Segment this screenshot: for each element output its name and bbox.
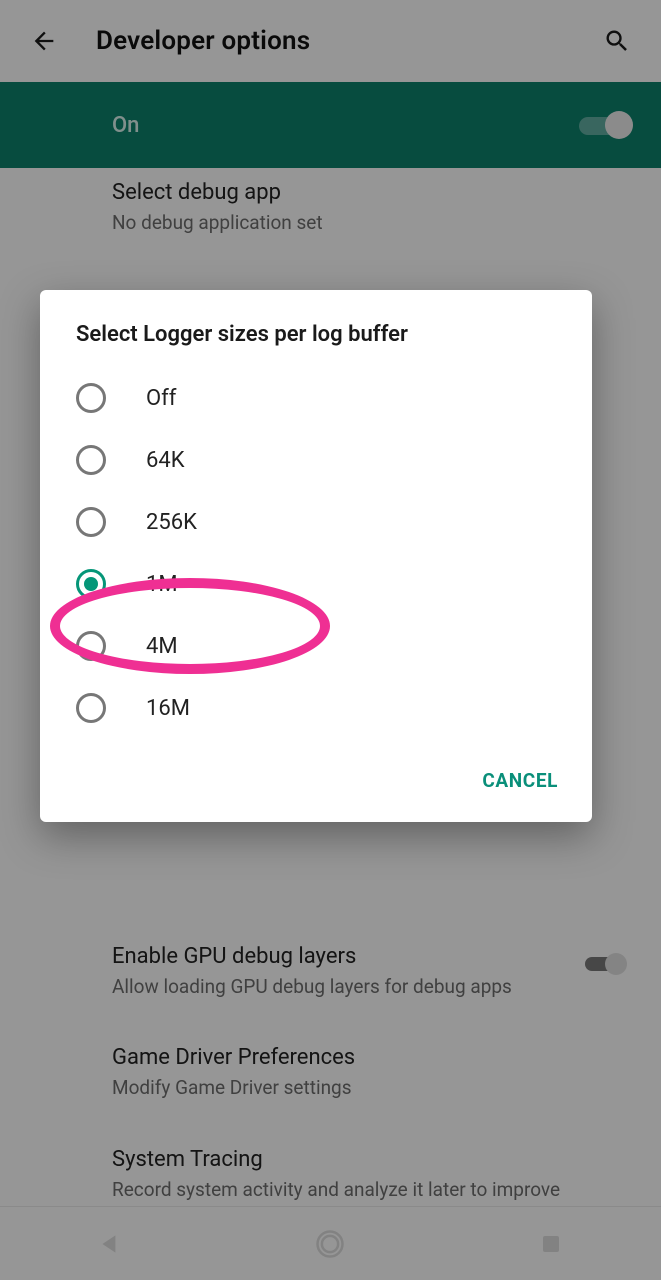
nav-recents-button[interactable]	[511, 1220, 591, 1268]
setting-subtitle: Record system activity and analyze it la…	[112, 1178, 633, 1206]
setting-select-debug-app[interactable]: Select debug app No debug application se…	[0, 168, 661, 258]
dialog-option[interactable]: 256K	[40, 491, 592, 553]
setting-game-driver[interactable]: Game Driver Preferences Modify Game Driv…	[0, 1021, 661, 1123]
setting-title: Enable GPU debug layers	[112, 944, 633, 969]
setting-subtitle: Modify Game Driver settings	[112, 1076, 633, 1101]
setting-title: Select debug app	[112, 180, 633, 205]
search-icon	[603, 27, 631, 55]
dialog-option[interactable]: Off	[40, 367, 592, 429]
radio-icon	[76, 631, 106, 661]
dialog-option[interactable]: 4M	[40, 615, 592, 677]
gpu-layers-switch[interactable]	[583, 952, 633, 976]
nav-home-button[interactable]	[290, 1220, 370, 1268]
logger-size-dialog: Select Logger sizes per log buffer Off 64…	[40, 290, 592, 822]
setting-subtitle: No debug application set	[112, 211, 633, 236]
setting-title: Game Driver Preferences	[112, 1045, 633, 1070]
nav-back-button[interactable]	[70, 1220, 150, 1268]
cancel-button[interactable]: CANCEL	[468, 759, 572, 802]
setting-gpu-debug-layers[interactable]: Enable GPU debug layers Allow loading GP…	[0, 924, 661, 1022]
dialog-option[interactable]: 64K	[40, 429, 592, 491]
option-label: 4M	[146, 634, 178, 659]
setting-subtitle: Allow loading GPU debug layers for debug…	[112, 975, 633, 1000]
radio-icon	[76, 383, 106, 413]
dialog-title: Select Logger sizes per log buffer	[40, 322, 592, 361]
search-button[interactable]	[593, 17, 641, 65]
dialog-option[interactable]: 16M	[40, 677, 592, 739]
option-label: 256K	[146, 510, 197, 535]
option-label: 1M	[146, 572, 178, 597]
radio-icon	[76, 569, 106, 599]
master-toggle-switch[interactable]	[577, 111, 633, 139]
radio-icon	[76, 507, 106, 537]
square-recents-icon	[539, 1232, 563, 1256]
dialog-options: Off 64K 256K 1M 4M 16M	[40, 361, 592, 749]
app-bar: Developer options	[0, 0, 661, 82]
option-label: 64K	[146, 448, 185, 473]
master-toggle-row[interactable]: On	[0, 82, 661, 168]
option-label: 16M	[146, 696, 190, 721]
setting-title: System Tracing	[112, 1147, 633, 1172]
radio-icon	[76, 445, 106, 475]
arrow-left-icon	[30, 27, 58, 55]
page-title: Developer options	[96, 26, 310, 56]
triangle-back-icon	[97, 1231, 123, 1257]
circle-home-icon	[315, 1229, 345, 1259]
option-label: Off	[146, 386, 176, 411]
dialog-option[interactable]: 1M	[40, 553, 592, 615]
back-button[interactable]	[20, 17, 68, 65]
setting-system-tracing[interactable]: System Tracing Record system activity an…	[0, 1123, 661, 1206]
system-nav-bar	[0, 1206, 661, 1280]
radio-icon	[76, 693, 106, 723]
master-toggle-label: On	[112, 113, 139, 138]
